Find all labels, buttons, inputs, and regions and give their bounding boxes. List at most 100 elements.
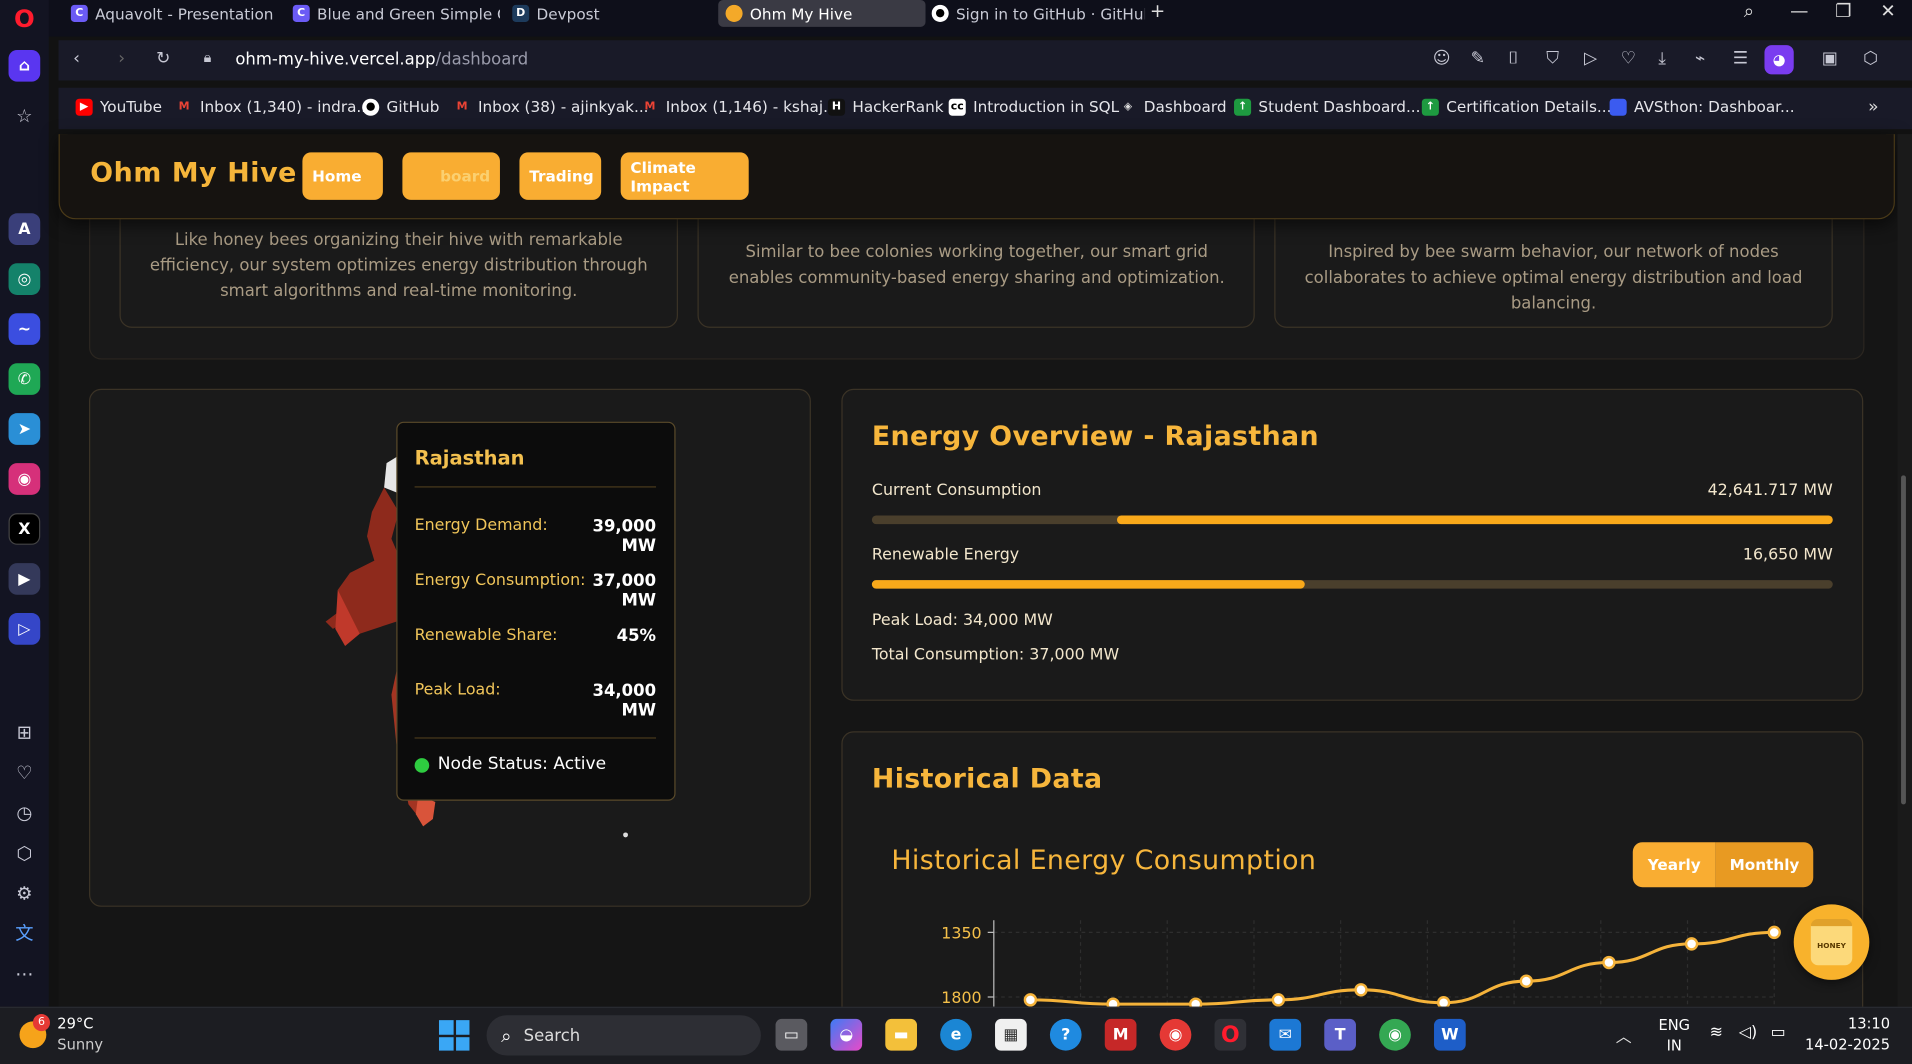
close-icon[interactable]: ✕ [1880,0,1895,22]
honey-jar-button[interactable]: HONEY [1793,904,1870,980]
easy-setup-icon[interactable]: ☰ [1733,49,1748,69]
bookmark-avsthon[interactable]: AVSthon: Dashboar... [1609,98,1795,116]
battery-saver-icon[interactable]: ⌁ [1695,49,1705,69]
favorites-icon[interactable]: ♡ [1621,49,1636,69]
windows-start-icon[interactable] [438,1020,470,1051]
settings-icon[interactable]: ⚙ [12,881,36,905]
mcafee-icon[interactable]: M [1104,1018,1137,1051]
app-icon[interactable]: ? [1049,1018,1082,1051]
nav-climate-impact-button[interactable]: Climate Impact [620,152,749,200]
battery-icon[interactable]: ▭ [1771,1024,1786,1042]
copilot-icon[interactable]: ◒ [830,1018,863,1051]
star-icon[interactable]: ☆ [12,104,36,128]
chatgpt-icon[interactable]: ◎ [8,263,41,295]
bookmark-student-dashboard[interactable]: ↑ Student Dashboard... [1234,98,1421,116]
tab-blue-green[interactable]: C Blue and Green Simple Cli [292,0,500,27]
workspaces-icon[interactable]: ⊞ [12,720,36,744]
tab-ohm-my-hive[interactable]: Ohm My Hive [718,0,926,27]
emoji-icon[interactable]: ☺ [1433,49,1451,69]
camera-icon[interactable]: ⌷ [1508,49,1518,69]
tab-github[interactable]: ● Sign in to GitHub · GitHub [931,0,1145,27]
bookmark-certification[interactable]: ↑ Certification Details... [1421,98,1611,116]
more-icon[interactable]: ⋯ [12,962,36,986]
feature-text: Similar to bee colonies working together… [728,242,1225,288]
bookmark-hackerrank[interactable]: H HackerRank [827,98,944,116]
tooltip-node-status: Node Status: Active [437,754,607,774]
aria-icon[interactable]: A [8,213,41,245]
edge-icon[interactable]: e [940,1018,972,1051]
volume-icon[interactable]: ◁) [1739,1024,1757,1042]
wifi-icon[interactable]: ≋ [1710,1024,1723,1042]
whatsapp-icon[interactable]: ✆ [8,363,41,395]
bookmark-sql[interactable]: cc Introduction in SQL [948,98,1119,116]
nav-home-button[interactable]: Home [302,152,383,200]
data-point [1436,996,1451,1007]
monthly-toggle-button[interactable]: Monthly [1715,842,1814,888]
minimize-icon[interactable]: — [1790,0,1808,22]
task-view-icon[interactable]: ▭ [775,1018,808,1051]
tab-search-icon[interactable]: ⌕ [1744,0,1754,22]
telegram-icon[interactable]: ➤ [8,413,41,445]
nav-dashboard-button[interactable]: board [402,152,500,200]
tab-devpost[interactable]: D Devpost [512,0,707,27]
clock-date[interactable]: 14-02-2025 [1793,1036,1890,1053]
edit-icon[interactable]: ✎ [1471,49,1485,69]
bookmark-dashboard[interactable]: ◈ Dashboard [1119,98,1227,116]
url-host: ohm-my-hive.vercel.app [235,49,436,70]
bookmark-gmail-1[interactable]: M Inbox (1,340) - indra... [176,98,371,116]
maximize-icon[interactable]: ❐ [1835,0,1851,22]
x-twitter-icon[interactable]: X [8,513,41,545]
opera-logo-icon[interactable]: O [9,2,41,34]
chrome-profile-icon[interactable]: ◉ [1379,1018,1411,1051]
cube-icon[interactable]: ⬡ [1863,49,1878,69]
history-icon[interactable]: ◷ [12,801,36,825]
tab-aquavolt[interactable]: C Aquavolt - Presentation - [70,0,278,27]
wallet-icon[interactable]: ▣ [1822,49,1838,69]
yearly-toggle-button[interactable]: Yearly [1632,842,1716,888]
reload-icon[interactable]: ↻ [156,49,170,69]
scrollbar-thumb[interactable] [1901,475,1906,805]
store-icon[interactable]: ▦ [995,1018,1027,1051]
bookmark-gmail-3[interactable]: M Inbox (1,146) - kshaj... [641,98,837,116]
search-icon: ⌕ [501,1024,512,1047]
chrome-icon[interactable]: ◉ [1159,1018,1192,1051]
teams-icon[interactable]: T [1324,1018,1356,1051]
lang-primary[interactable]: ENG [1658,1016,1690,1033]
download-icon[interactable]: ⤓ [1658,49,1666,69]
tooltip-peak-label: Peak Load: [414,681,501,700]
url-field[interactable]: ohm-my-hive.vercel.app/dashboard [235,50,528,70]
translate-icon[interactable]: 文 [12,921,36,945]
back-icon[interactable]: ‹ [73,49,80,69]
profile-icon[interactable]: ◕ [1764,45,1794,75]
historical-chart-title: Historical Energy Consumption [891,845,1317,877]
messenger-icon[interactable]: ~ [8,313,41,345]
bookmarks-overflow-icon[interactable]: » [1868,98,1878,118]
flow-icon[interactable]: ▷ [1584,49,1597,69]
taskbar-search-box[interactable]: ⌕ Search [486,1015,761,1056]
extensions-icon[interactable]: ⬡ [12,841,36,865]
bookmark-label: Inbox (1,146) - kshaj... [665,97,838,116]
nav-trading-button[interactable]: Trading [519,152,602,200]
bookmark-github[interactable]: ● GitHub [362,98,439,116]
tray-chevron-icon[interactable]: ︿ [1616,1024,1632,1047]
lang-secondary[interactable]: IN [1658,1037,1690,1054]
file-explorer-icon[interactable]: ▬ [885,1018,917,1051]
home-icon[interactable]: ⌂ [8,49,41,82]
heart-icon[interactable]: ♡ [12,761,36,785]
mail-icon[interactable]: ✉ [1269,1018,1302,1051]
instagram-icon[interactable]: ◉ [8,463,41,495]
music-player-icon[interactable]: ▶ [8,563,41,595]
word-icon[interactable]: W [1434,1018,1466,1051]
site-logo[interactable]: Ohm My Hive [90,158,297,188]
shield-icon[interactable]: ⛉ [1546,49,1559,69]
video-icon[interactable]: ▷ [8,613,41,645]
weather-badge: 6 [32,1014,50,1032]
tooltip-demand-value: 39,000 MW [592,516,657,556]
bookmark-youtube[interactable]: ▶ YouTube [75,98,162,116]
clock-time[interactable]: 13:10 [1805,1015,1890,1032]
honey-jar-icon: HONEY [1810,918,1853,966]
forward-icon[interactable]: › [118,49,125,69]
new-tab-icon[interactable]: + [1150,0,1165,22]
bookmark-gmail-2[interactable]: M Inbox (38) - ajinkyak... [454,98,649,116]
opera-taskbar-icon[interactable]: O [1214,1018,1247,1051]
